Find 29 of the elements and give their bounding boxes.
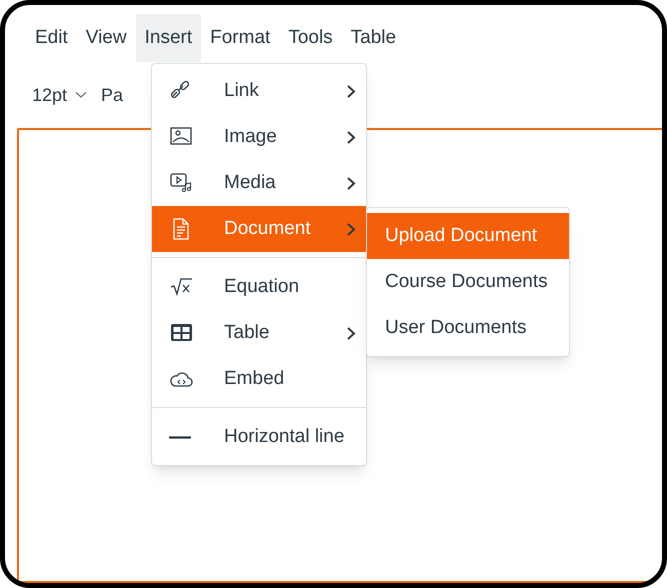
menu-item[interactable]: Format <box>201 14 280 62</box>
menu-option-label: Equation <box>224 274 300 299</box>
menu-item[interactable]: Tools <box>279 14 342 62</box>
menu-option-label: Link <box>224 78 260 103</box>
chevron-down-icon <box>75 91 88 99</box>
menu-option-label: Table <box>224 320 270 345</box>
menu-option[interactable]: Table <box>152 310 366 356</box>
menu-item[interactable]: View <box>76 14 136 62</box>
font-size-label: 12pt <box>32 84 68 107</box>
menu-option[interactable]: Embed <box>152 356 366 402</box>
paragraph-style-dropdown[interactable]: Pa <box>101 82 124 108</box>
menu-option[interactable]: Horizontal line <box>152 414 366 460</box>
menu-item[interactable]: Table <box>342 14 406 62</box>
menu-option-label: Embed <box>224 366 286 391</box>
menu-option-label: Image <box>224 124 278 149</box>
font-size-dropdown[interactable]: 12pt <box>32 82 88 108</box>
menu-option[interactable]: Image <box>152 114 366 160</box>
submenu-option[interactable]: User Documents <box>367 305 569 351</box>
menu-option[interactable]: Media <box>152 160 366 206</box>
menu-option[interactable]: Equation <box>152 264 366 310</box>
menu-option-label: Media <box>224 170 277 195</box>
video-music-icon <box>168 171 194 195</box>
horizontal-line-icon <box>168 436 192 438</box>
submenu-option[interactable]: Course Documents <box>367 259 569 305</box>
menu-option[interactable]: Link <box>152 68 366 114</box>
menu-option-label: Horizontal line <box>224 424 346 449</box>
menu-item[interactable]: Edit <box>26 14 77 62</box>
menu-option-label: Document <box>224 216 312 241</box>
menu-item[interactable]: Insert <box>136 14 202 62</box>
